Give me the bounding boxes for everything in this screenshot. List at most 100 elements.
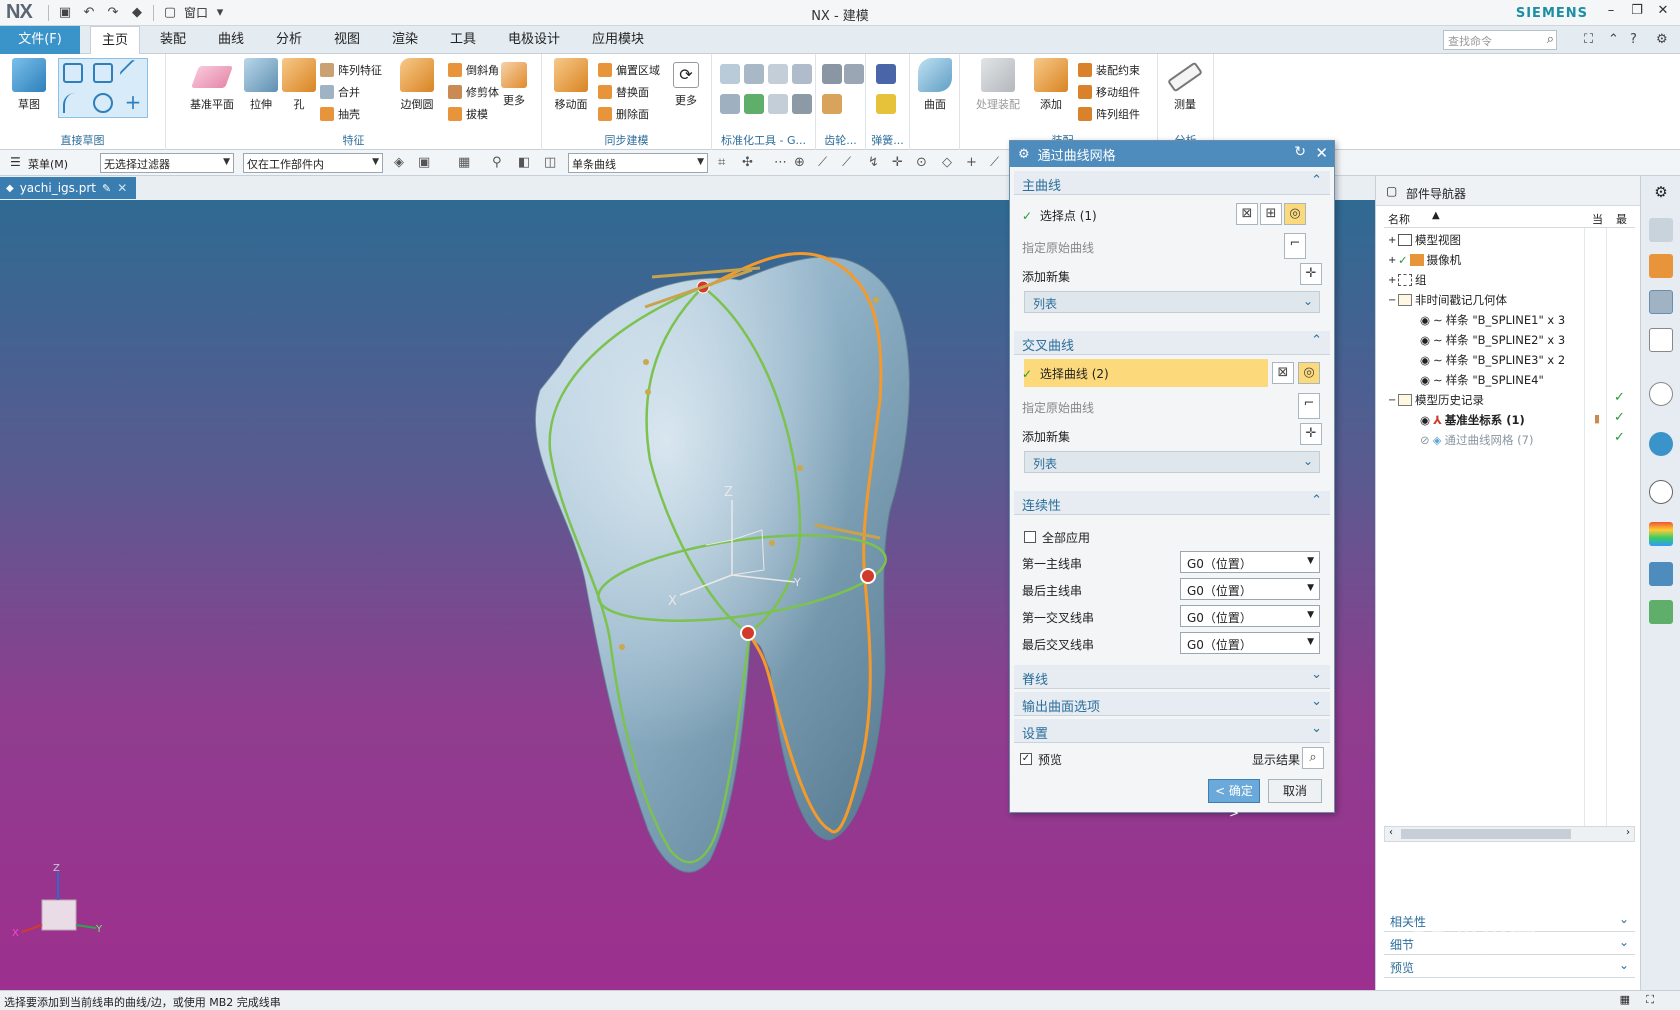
settings-icon[interactable]: ⚙ [1649,180,1673,204]
datum-plane-button[interactable]: 基准平面 [182,58,242,118]
tab-applications[interactable]: 应用模块 [582,26,654,54]
select-curve-row-label[interactable]: ✓ 选择曲线 (2) [1022,365,1109,382]
section-spine[interactable]: 脊线 ⌄ [1014,665,1330,689]
snap-point-icon[interactable]: ⊕ [794,155,805,170]
chevron-down-icon[interactable]: ⌄ [1619,912,1629,926]
snap-existing-point-icon[interactable]: + [966,155,977,170]
web-browser-icon[interactable] [1649,432,1673,456]
select-face-icon[interactable]: ◫ [544,155,556,170]
std-tool-icon[interactable] [768,94,788,114]
search-icon[interactable]: ⌕ [1547,32,1554,47]
visibility-eye-icon[interactable]: ◉ [1420,333,1430,347]
point-dialog-icon[interactable]: ⊞ [1260,203,1282,225]
last-cross-select[interactable]: G0（位置） ▼ [1180,632,1320,654]
add-component-button[interactable]: 添加 [1028,58,1074,118]
tree-row-spline[interactable]: ◉ ∼ 样条 "B_SPLINE4" [1420,370,1544,390]
show-result-icon[interactable]: ⌕ [1302,747,1324,769]
fullscreen-icon[interactable]: ⛶ [1646,993,1654,1007]
select-feature-icon[interactable]: ◈ [394,155,404,170]
stop-at-intersection-icon[interactable]: ⌗ [718,155,725,170]
cancel-button[interactable]: 取消 [1268,779,1322,803]
replace-face-button[interactable]: 替换面 [598,82,649,102]
constraint-navigator-icon[interactable] [1649,254,1673,278]
tab-analysis[interactable]: 分析 [266,26,312,54]
first-primary-select[interactable]: G0（位置） ▼ [1180,551,1320,573]
reset-icon[interactable]: ↻ [1294,144,1306,160]
move-face-button[interactable]: 移动面 [546,58,596,118]
std-tool-icon[interactable] [720,64,740,84]
scroll-thumb[interactable] [1401,829,1571,839]
follow-fillet-icon[interactable]: ✣ [742,155,753,170]
visibility-eye-icon[interactable]: ◉ [1420,373,1430,387]
chevron-down-icon[interactable]: ▾ [210,3,230,23]
chamfer-button[interactable]: 倒斜角 [448,60,499,80]
control-point[interactable] [740,625,756,641]
view-triad-cube[interactable] [41,899,77,931]
hd3d-icon[interactable] [1649,382,1673,406]
section-cross-curves[interactable]: 交叉曲线 ⌃ [1014,331,1330,355]
add-new-set-icon[interactable]: ✛ [1300,423,1322,445]
chevron-down-icon[interactable]: ⌄ [1311,667,1322,682]
control-point[interactable] [860,568,876,584]
expand-icon[interactable]: + [1388,255,1398,266]
roles-icon[interactable] [1649,600,1673,624]
chevron-up-icon[interactable]: ⌃ [1311,333,1322,348]
snap-control-icon[interactable]: ↯ [868,155,879,170]
curve-select-icon[interactable]: ⊠ [1236,203,1258,225]
snap-intersection-icon[interactable]: ✛ [892,155,903,170]
document-tab[interactable]: ◆ yachi_igs.prt ✎ ✕ [0,177,136,199]
edge-blend-button[interactable]: 边倒圆 [392,58,442,118]
gear-icon[interactable] [822,94,842,114]
section-output-options[interactable]: 输出曲面选项 ⌄ [1014,692,1330,716]
std-tool-icon[interactable] [744,94,764,114]
snap-icon[interactable]: ◆ [127,3,147,23]
point-icon[interactable]: + [123,92,143,113]
main-menu-button[interactable]: 菜单(M) [28,156,68,172]
ok-button[interactable]: < 确定 > [1208,779,1260,820]
select-body-icon[interactable]: ◧ [518,155,530,170]
sort-up-icon[interactable]: ▲ [1432,210,1440,221]
help-icon[interactable]: ? [1630,32,1637,47]
tree-row-spline[interactable]: ◉ ∼ 样条 "B_SPLINE2" x 3 [1420,330,1565,350]
close-icon[interactable]: ✕ [1315,144,1328,162]
apply-all-checkbox[interactable] [1024,531,1036,543]
command-search-input[interactable]: 查找命令 ⌕ [1443,30,1557,50]
select-components-icon[interactable]: ⚲ [492,155,502,170]
dialog-title-bar[interactable]: ⚙ 通过曲线网格 ↻ ✕ [1010,141,1334,167]
sketch-button[interactable]: 草图 [6,58,52,118]
sync-more-button[interactable]: ⟳ 更多 [666,58,706,118]
visibility-eye-icon[interactable]: ◉ [1420,353,1430,367]
spring-icon[interactable] [876,94,896,114]
surface-button[interactable]: 曲面 [912,58,958,118]
chevron-down-icon[interactable]: ⌄ [1619,958,1629,972]
tab-curve[interactable]: 曲线 [208,26,254,54]
section-settings[interactable]: 设置 ⌄ [1014,719,1330,743]
selection-mode-icon[interactable]: ▦ [458,155,470,170]
pattern-component-button[interactable]: 阵列组件 [1078,104,1140,124]
tab-view[interactable]: 视图 [324,26,370,54]
tab-tools[interactable]: 工具 [440,26,486,54]
horizontal-scrollbar[interactable]: ‹ › [1384,826,1635,842]
measure-button[interactable]: 测量 [1162,58,1208,118]
collapse-icon[interactable]: − [1388,295,1398,306]
cross-list-toggle[interactable]: 列表 ⌄ [1024,451,1320,473]
unite-button[interactable]: 合并 [320,82,360,102]
circle-icon[interactable] [93,93,113,113]
rectangle-icon[interactable] [93,63,113,83]
std-tool-icon[interactable] [768,64,788,84]
general-selection-icon[interactable]: ▣ [418,155,430,170]
std-tool-icon[interactable] [720,94,740,114]
tab-render[interactable]: 渲染 [382,26,428,54]
fullscreen-icon[interactable]: ⛶ [1584,32,1593,47]
std-tool-icon[interactable] [744,64,764,84]
preview-checkbox[interactable]: ✓ [1020,753,1032,765]
settings-icon[interactable]: ⚙ [1656,32,1668,47]
shell-button[interactable]: 抽壳 [320,104,360,124]
tab-home[interactable]: 主页 [90,26,140,55]
move-component-button[interactable]: 移动组件 [1078,82,1140,102]
hidden-eye-icon[interactable]: ⊘ [1420,433,1430,447]
tree-row-groups[interactable]: + 组 [1388,270,1427,290]
collapse-ribbon-icon[interactable]: ⌃ [1608,32,1619,47]
system-materials-icon[interactable] [1649,522,1673,546]
reuse-library-icon[interactable] [1649,328,1673,352]
